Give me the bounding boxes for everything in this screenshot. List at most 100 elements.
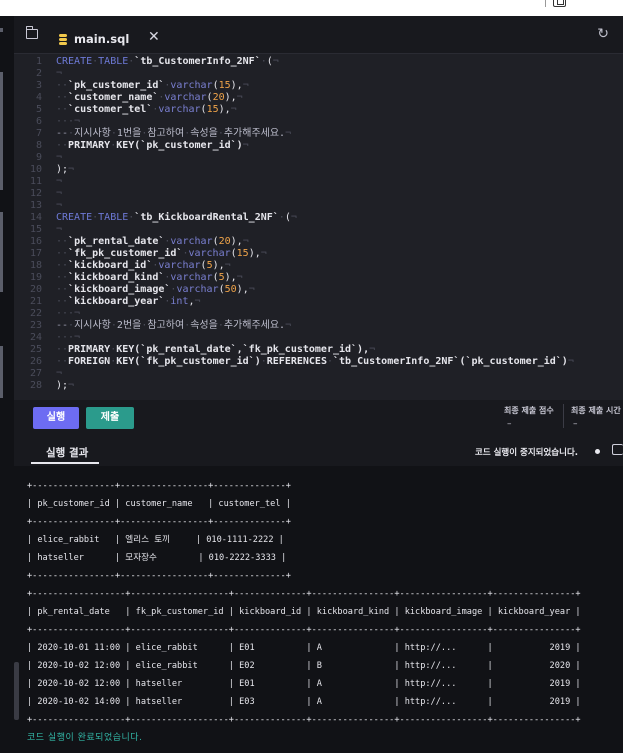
code-token: `tb_CustomerInfo_2NF` [134,56,261,67]
line-content: CREATE·TABLE·`tb_KickboardRental_2NF`·(¬ [56,212,297,224]
output-line: +----------------+-----------------+----… [27,571,291,581]
output-line: +------------------+-------------------+… [27,625,581,635]
code-token: `kickboard_image` [68,284,171,295]
gutter-scrollbar[interactable] [0,72,3,190]
line-number: 24 [29,332,42,343]
code-token: ); [56,380,69,391]
code-line[interactable]: 21 ··`kickboard_year`·int,¬ [14,296,623,308]
code-line[interactable]: 26 ··FOREIGN·KEY(`fk_pk_customer_id`)·REF… [14,356,623,368]
code-line[interactable]: 20 ··`kickboard_image`·varchar(50),¬ [14,284,623,296]
code-token: ·· [56,236,69,247]
line-number: 12 [29,188,42,199]
code-line[interactable]: 3 ··`pk_customer_id`·varchar(15),¬ [14,80,623,92]
expand-icon[interactable] [612,444,623,455]
output-line: +------------------+-------------------+… [27,715,581,725]
line-number: 8 [35,140,42,151]
line-number: 14 [29,212,42,223]
code-line[interactable]: 10);¬ [14,164,623,176]
code-token: varchar [170,236,213,247]
submit-button[interactable]: 제출 [86,407,134,429]
gutter-scrollbar-3[interactable] [0,346,3,398]
code-token: 참고하여 [147,128,185,139]
close-icon[interactable]: ✕ [148,30,160,44]
code-token: ¬ [260,248,267,259]
code-line[interactable]: 19 ··`kickboard_kind`·varchar(5),¬ [14,272,623,284]
code-token: -- [56,320,69,331]
result-header: 실행 결과 코드 실행이 중지되었습니다. [14,434,623,466]
code-line[interactable]: 7 --·지시사항·1번을·참고하여·속성을·추가해주세요.¬ [14,128,623,140]
line-number: 21 [29,296,42,307]
code-token: varchar [170,80,213,91]
code-token: TABLE [98,56,129,67]
console-scrollbar[interactable] [14,662,19,720]
code-token: ·· [56,104,69,115]
code-line[interactable]: 22 ···¬ [14,308,623,320]
refresh-icon[interactable]: ↻ [597,26,609,42]
code-line[interactable]: 16 ··`pk_rental_date`·varchar(20),¬ [14,236,623,248]
code-line[interactable]: 6 ···¬ [14,116,623,128]
code-token: varchar [170,272,213,283]
tab-main-sql[interactable]: main.sql ✕ [50,22,168,54]
code-line[interactable]: 1 CREATE·TABLE·`tb_CustomerInfo_2NF`·(¬ [14,56,623,68]
line-content: ··`customer_tel`·varchar(15),¬ [56,104,237,116]
code-token: -- [56,128,69,139]
code-line[interactable]: 25 ··PRIMARY·KEY(`pk_rental_date`,`fk_pk_… [14,344,623,356]
window-icon[interactable] [553,0,566,7]
code-line[interactable]: 15 ¬ [14,224,623,236]
code-token: PRIMARY [68,140,111,151]
line-number: 2 [35,68,42,79]
code-token: `pk_rental_date` [68,236,165,247]
code-token: 지시사항 [74,128,111,139]
code-token: 추가해주세요. [223,128,286,139]
code-token: ¬ [194,296,201,307]
code-token: ¬ [56,68,63,79]
line-number: 23 [29,320,42,331]
code-line[interactable]: 24 ···¬ [14,332,623,344]
code-line[interactable]: 23 --·지시사항·2번을·참고하여·속성을·추가해주세요.¬ [14,320,623,332]
line-content: ¬ [56,200,62,212]
code-line[interactable]: 17 ··`fk_pk_customer_id`·varchar(15),¬ [14,248,623,260]
final-time-label: 최종 제출 시간 [571,406,621,415]
line-content: ··`fk_pk_customer_id`·varchar(15),¬ [56,248,267,260]
code-token: ·· [56,140,69,151]
code-token: ¬ [285,320,292,331]
line-content: ··`customer_name`·varchar(20),¬ [56,92,243,104]
code-line[interactable]: 9 ¬ [14,152,623,164]
output-line: | hatseller | 모자장수 | 010-2222-3333 | [27,553,287,563]
code-line[interactable]: 27 ¬ [14,368,623,380]
code-token: ¬ [242,236,249,247]
code-line[interactable]: 13 ¬ [14,200,623,212]
line-number: 1 [35,56,42,67]
code-token: 참고하여 [147,320,185,331]
tab-results[interactable]: 실행 결과 [46,445,88,460]
code-token: CREATE [56,212,93,223]
line-number: 22 [29,308,42,319]
line-content: ···¬ [56,116,80,128]
code-line[interactable]: 5 ··`customer_tel`·varchar(15),¬ [14,104,623,116]
code-line[interactable]: 4 ··`customer_name`·varchar(20),¬ [14,92,623,104]
code-line[interactable]: 18 ··`kickboard_id`·varchar(5),¬ [14,260,623,272]
final-score-value: – [507,419,512,429]
code-token: varchar [176,284,219,295]
code-editor[interactable]: 1 CREATE·TABLE·`tb_CustomerInfo_2NF`·(¬ 2 ¬… [14,54,623,400]
code-line[interactable]: 2 ¬ [14,68,623,80]
code-token: ·· [56,260,69,271]
code-token: ·· [56,92,69,103]
folder-icon[interactable] [26,26,38,39]
code-line[interactable]: 12 ¬ [14,188,623,200]
action-divider [563,404,564,428]
code-token: ¬ [248,284,255,295]
code-token: FOREIGN [68,356,111,367]
code-line[interactable]: 11 ¬ [14,176,623,188]
code-token: ·· [56,296,69,307]
code-line[interactable]: 8 ··PRIMARY·KEY(`pk_customer_id`)¬ [14,140,623,152]
line-number: 6 [35,116,42,127]
run-button[interactable]: 실행 [33,407,79,429]
code-token: TABLE [98,212,129,223]
gutter-scrollbar-2[interactable] [0,212,3,292]
code-line[interactable]: 14 CREATE·TABLE·`tb_KickboardRental_2NF`·… [14,212,623,224]
line-content: ···¬ [56,332,80,344]
code-line[interactable]: 28);¬ [14,380,623,392]
line-number: 28 [29,380,42,391]
code-token: ¬ [236,272,243,283]
